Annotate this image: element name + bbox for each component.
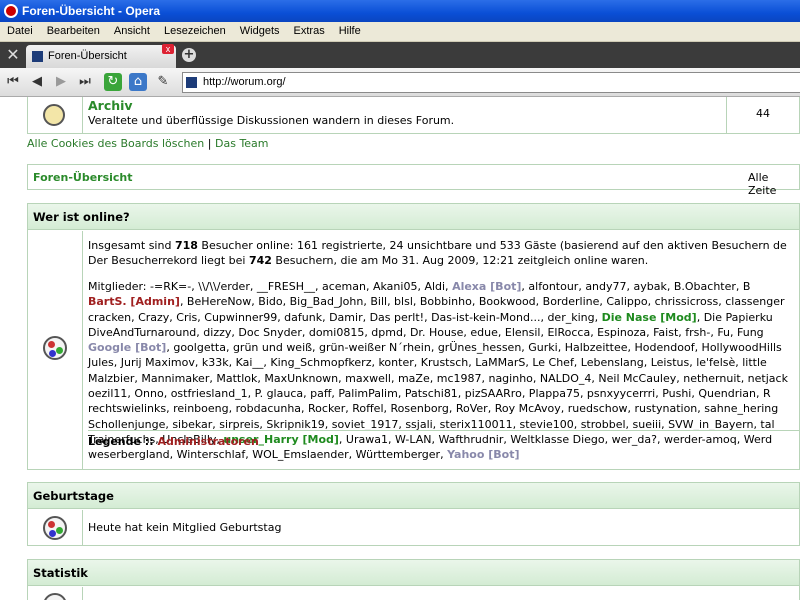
navigation-bar: ⏮ ◀ ▶ ⏭ ↻ ⌂ ✎ http://worum.org/ <box>0 68 800 97</box>
stats-icon-cell <box>28 587 83 600</box>
menu-lesezeichen[interactable]: Lesezeichen <box>157 22 233 41</box>
online-text-2: Besucher online: 161 registrierte, 24 un… <box>197 239 787 252</box>
legend-admin[interactable]: Administratoren <box>157 435 258 448</box>
menu-datei[interactable]: Datei <box>0 22 40 41</box>
footer-links: Alle Cookies des Boards löschen | Das Te… <box>27 137 269 150</box>
member-names[interactable]: , goolgetta, grün und weiß, grün-weißer … <box>166 341 781 354</box>
team-link[interactable]: Das Team <box>215 137 269 150</box>
statistics-icon <box>43 593 67 600</box>
menu-extras[interactable]: Extras <box>287 22 332 41</box>
timezone-label: Alle Zeite <box>748 171 777 197</box>
page-content: Archiv Veraltete und überflüssige Diskus… <box>0 97 800 600</box>
members-line: Google [Bot], goolgetta, grün und weiß, … <box>88 340 800 355</box>
statistics-header: Statistik <box>28 560 799 586</box>
breadcrumb-forum-index[interactable]: Foren-Übersicht <box>33 171 133 184</box>
member-highlighted[interactable]: Die Nase [Mod] <box>602 311 697 324</box>
forum-topic-count: 44 <box>756 107 770 120</box>
tab-close-icon[interactable]: x <box>162 44 174 54</box>
members-line: weserbergland, Winterschlaf, WOL_Emslaen… <box>88 447 800 462</box>
member-names[interactable]: rechtswielinks, reinboeng, robdacunha, R… <box>88 402 778 415</box>
users-online-icon <box>43 336 67 360</box>
legend: Legende :: Administratoren <box>88 435 259 448</box>
birthdays-header: Geburtstage <box>28 483 799 509</box>
legend-divider <box>88 430 800 431</box>
legend-label: Legende :: <box>88 435 158 448</box>
address-url[interactable]: http://worum.org/ <box>203 73 286 92</box>
delete-cookies-link[interactable]: Alle Cookies des Boards löschen <box>27 137 204 150</box>
birthdays-text: Heute hat kein Mitglied Geburtstag <box>88 521 282 534</box>
member-highlighted[interactable]: Google [Bot] <box>88 341 166 354</box>
menu-hilfe[interactable]: Hilfe <box>332 22 368 41</box>
forum-title-archiv[interactable]: Archiv <box>88 98 133 113</box>
online-icon-cell <box>28 231 83 469</box>
member-names[interactable]: , alfontour, andy77, aybak, B.Obachter, … <box>521 280 750 293</box>
members-line: DiveAndTurnaround, dizzy, Doc Snyder, do… <box>88 325 800 340</box>
column-divider <box>726 97 727 133</box>
online-record: 742 <box>248 254 272 267</box>
member-names[interactable]: weserbergland, Winterschlaf, WOL_Emslaen… <box>88 448 447 461</box>
online-total: 718 <box>174 239 198 252</box>
members-line: Malzbier, Mannimaker, Mattlok, MaxUnknow… <box>88 371 800 386</box>
who-is-online-box: Wer ist online? Insgesamt sind 718 Besuc… <box>27 203 800 470</box>
members-line: Mitglieder: -=RK=-, \\/\\/erder, __FRESH… <box>88 279 800 294</box>
members-line: cracken, Crazy, Cris, Cupwinner99, dafun… <box>88 310 800 325</box>
opera-logo-icon <box>4 4 18 18</box>
fast-forward-icon[interactable]: ⏭ <box>76 73 94 91</box>
birthdays-box: Geburtstage Heute hat kein Mitglied Gebu… <box>27 482 800 546</box>
record-text-2: Besuchern, die am Mo 31. Aug 2009, 12:21… <box>271 254 649 267</box>
new-tab-icon[interactable]: + <box>182 48 196 62</box>
members-line: rechtswielinks, reinboeng, robdacunha, R… <box>88 401 800 416</box>
member-highlighted[interactable]: Yahoo [Bot] <box>447 448 519 461</box>
forum-row-archiv: Archiv Veraltete und überflüssige Diskus… <box>27 97 800 134</box>
home-icon[interactable]: ⌂ <box>129 73 147 91</box>
member-names[interactable]: Malzbier, Mannimaker, Mattlok, MaxUnknow… <box>88 372 788 385</box>
members-line: BartS. [Admin], BeHereNow, Bido, Big_Bad… <box>88 294 800 309</box>
who-is-online-header: Wer ist online? <box>28 204 799 230</box>
tab-bar: ✕ Foren-Übersicht x + <box>0 42 800 68</box>
window-titlebar: Foren-Übersicht - Opera <box>0 0 800 22</box>
statistics-box: Statistik <box>27 559 800 600</box>
breadcrumb-bar: Foren-Übersicht Alle Zeite <box>27 164 800 197</box>
member-names[interactable]: Jules, Jurij Maximov, k33k, Kai__, King_… <box>88 356 767 369</box>
member-names[interactable]: cracken, Crazy, Cris, Cupwinner99, dafun… <box>88 311 602 324</box>
member-names[interactable]: oezil11, Onno, ostfriesland_1, P. glauca… <box>88 387 771 400</box>
member-highlighted[interactable]: Alexa [Bot] <box>452 280 521 293</box>
member-names[interactable]: -=RK=-, \\/\\/erder, __FRESH__, aceman, … <box>150 280 452 293</box>
member-names[interactable]: , Urawa1, W-LAN, Wafthrudnir, Weltklasse… <box>339 433 772 446</box>
menu-bar: Datei Bearbeiten Ansicht Lesezeichen Widgets… <box>0 22 800 42</box>
member-names[interactable]: DiveAndTurnaround, dizzy, Doc Snyder, do… <box>88 326 764 339</box>
menu-ansicht[interactable]: Ansicht <box>107 22 157 41</box>
folder-icon <box>43 104 65 126</box>
forum-desc-archiv: Veraltete und überflüssige Diskussionen … <box>88 114 455 127</box>
address-bar[interactable]: http://worum.org/ <box>182 72 800 93</box>
back-icon[interactable]: ◀ <box>28 73 46 91</box>
link-separator: | <box>207 137 212 150</box>
members-label: Mitglieder: <box>88 280 151 293</box>
tab-foren-uebersicht[interactable]: Foren-Übersicht x <box>26 44 176 68</box>
reload-icon[interactable]: ↻ <box>104 73 122 91</box>
members-line: Jules, Jurij Maximov, k33k, Kai__, King_… <box>88 355 800 370</box>
menu-widgets[interactable]: Widgets <box>233 22 287 41</box>
birthday-icon-cell <box>28 510 83 545</box>
member-names[interactable]: , BeHereNow, Bido, Big_Bad_John, Bill, b… <box>180 295 785 308</box>
favicon-icon <box>32 51 43 62</box>
address-favicon-icon <box>186 77 197 88</box>
members-line: oezil11, Onno, ostfriesland_1, P. glauca… <box>88 386 800 401</box>
window-title: Foren-Übersicht - Opera <box>22 4 161 18</box>
member-highlighted[interactable]: BartS. [Admin] <box>88 295 180 308</box>
birthday-icon <box>43 516 67 540</box>
rewind-icon[interactable]: ⏮ <box>4 73 22 91</box>
online-summary: Insgesamt sind 718 Besucher online: 161 … <box>88 238 800 268</box>
member-names[interactable]: Schollenjunge, sibekar, sirpreis, Skripn… <box>88 418 775 431</box>
forward-icon[interactable]: ▶ <box>52 73 70 91</box>
online-text-1: Insgesamt sind <box>88 239 175 252</box>
member-names[interactable]: , Die Papierku <box>697 311 773 324</box>
menu-bearbeiten[interactable]: Bearbeiten <box>40 22 107 41</box>
forum-icon-cell <box>28 97 83 133</box>
tab-label: Foren-Übersicht <box>48 50 127 62</box>
wand-icon[interactable]: ✎ <box>154 73 172 91</box>
record-text-1: Der Besucherrekord liegt bei <box>88 254 249 267</box>
tools-icon[interactable]: ✕ <box>4 46 22 64</box>
